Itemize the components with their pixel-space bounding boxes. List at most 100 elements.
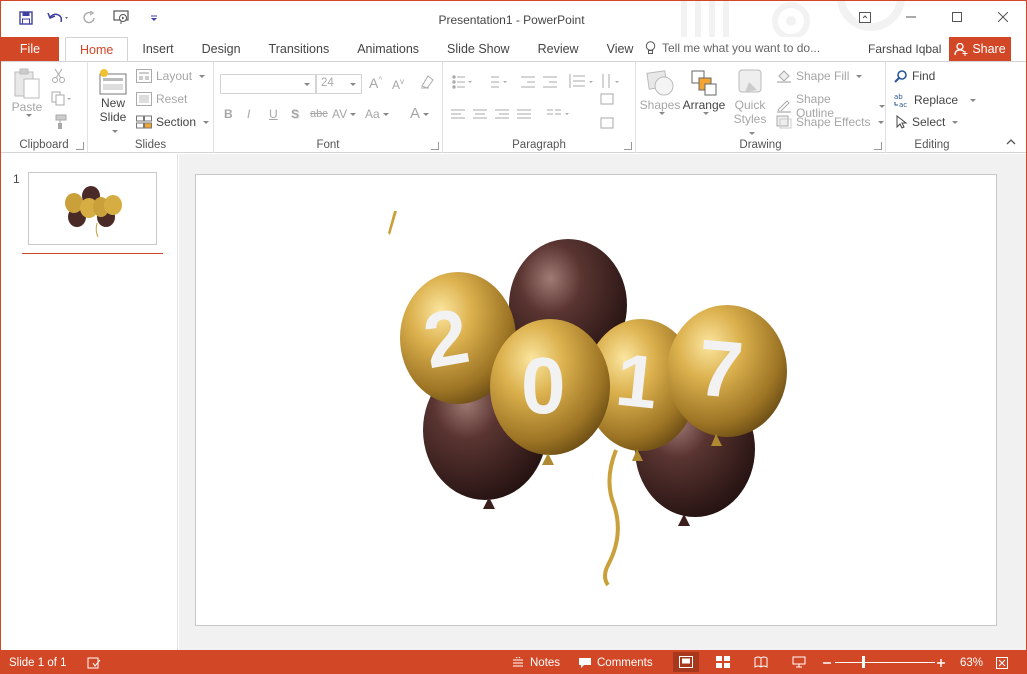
zoom-slider-thumb[interactable]	[862, 656, 865, 668]
shape-effects-button[interactable]: Shape Effects	[776, 115, 884, 129]
clear-formatting-icon	[421, 75, 434, 89]
replace-caret-icon	[970, 98, 977, 102]
shapes-button[interactable]: Shapes	[640, 68, 680, 115]
shadow-button[interactable]: S	[291, 107, 299, 121]
grow-font-button[interactable]: A^	[369, 75, 382, 91]
ribbon-display-icon	[859, 11, 871, 23]
layout-button[interactable]: Layout	[136, 69, 206, 83]
find-button[interactable]: Find	[894, 69, 935, 83]
copy-button[interactable]	[51, 91, 73, 110]
collapse-ribbon-button[interactable]	[1006, 134, 1016, 148]
clear-formatting-button[interactable]	[419, 74, 435, 93]
italic-button[interactable]: I	[247, 107, 250, 121]
minimize-button[interactable]	[888, 1, 934, 33]
reading-view-button[interactable]	[748, 652, 774, 672]
slide-editor-canvas: 2 0 1 7	[179, 154, 1026, 650]
fit-to-window-button[interactable]	[996, 650, 1008, 673]
spell-check-button[interactable]	[87, 650, 101, 673]
slide-show-view-button[interactable]	[786, 652, 812, 672]
font-name-combo[interactable]	[220, 74, 316, 94]
font-launcher-icon[interactable]	[431, 142, 439, 150]
chevron-up-icon	[1006, 139, 1016, 145]
drawing-launcher-icon[interactable]	[874, 142, 882, 150]
new-slide-button[interactable]: New Slide	[96, 68, 130, 138]
underline-button[interactable]: U	[269, 107, 278, 121]
tab-insert[interactable]: Insert	[128, 37, 187, 61]
shrink-font-button[interactable]: Av	[392, 77, 404, 92]
zoom-level[interactable]: 63%	[960, 650, 983, 673]
user-account[interactable]: Farshad Iqbal	[868, 42, 941, 56]
group-font: 24 A^ Av B I U S abc AV Aa A Font	[214, 62, 443, 153]
slide-thumbnails-pane: 1	[1, 154, 178, 650]
slide-sorter-view-button[interactable]	[710, 652, 736, 672]
quick-styles-icon	[738, 69, 762, 93]
quick-styles-button[interactable]: Quick Styles	[730, 68, 770, 140]
character-spacing-button[interactable]: AV	[332, 107, 357, 121]
comments-button[interactable]: Comments	[578, 650, 653, 673]
paste-button[interactable]: Paste	[9, 68, 45, 117]
section-icon	[136, 115, 152, 129]
shape-fill-icon	[777, 70, 791, 83]
arrange-label: Arrange	[682, 98, 726, 112]
ribbon-home: Paste Clipboard New Slide Layout Reset S…	[1, 61, 1026, 153]
arrange-button[interactable]: Arrange	[682, 68, 726, 115]
share-button[interactable]: Share	[949, 37, 1011, 61]
section-button[interactable]: Section	[136, 115, 210, 129]
zoom-out-button[interactable]	[823, 650, 831, 673]
shape-effects-caret-icon	[877, 120, 884, 124]
layout-icon	[136, 69, 152, 83]
status-bar: Slide 1 of 1 Notes Comments 63%	[1, 650, 1026, 673]
font-size-combo[interactable]: 24	[316, 74, 362, 94]
change-case-label: Aa	[365, 107, 380, 121]
format-painter-button[interactable]	[51, 114, 67, 133]
tab-animations[interactable]: Animations	[343, 37, 433, 61]
arrange-caret-icon	[702, 112, 709, 115]
notes-label: Notes	[530, 656, 561, 669]
change-case-button[interactable]: Aa	[365, 107, 389, 121]
shape-outline-caret-icon	[879, 104, 885, 108]
paragraph-launcher-icon[interactable]	[624, 142, 632, 150]
close-button[interactable]	[980, 1, 1026, 33]
zoom-in-button[interactable]	[937, 650, 945, 673]
ribbon-display-options-button[interactable]	[842, 1, 888, 33]
paste-icon	[14, 68, 40, 99]
shape-fill-button[interactable]: Shape Fill	[776, 69, 863, 83]
group-paragraph: Paragraph	[443, 62, 636, 153]
select-button[interactable]: Select	[894, 115, 959, 129]
svg-text:ac: ac	[899, 101, 907, 108]
tab-review[interactable]: Review	[524, 37, 593, 61]
thumbnail-number: 1	[13, 172, 20, 186]
proofing-icon	[87, 657, 101, 668]
slide-indicator[interactable]: Slide 1 of 1	[9, 650, 67, 673]
tab-slide-show[interactable]: Slide Show	[433, 37, 524, 61]
cut-button[interactable]	[51, 68, 67, 87]
tab-file[interactable]: File	[1, 37, 59, 61]
strikethrough-button[interactable]: abc	[310, 108, 328, 120]
replace-button[interactable]: ab ac Replace	[894, 92, 977, 108]
clipboard-launcher-icon[interactable]	[76, 142, 84, 150]
tab-home[interactable]: Home	[65, 37, 129, 62]
zoom-slider-track[interactable]	[835, 662, 935, 663]
paste-caret-icon	[25, 114, 32, 117]
notes-button[interactable]: Notes	[511, 650, 561, 673]
slide-1[interactable]: 2 0 1 7	[195, 174, 997, 626]
normal-view-button[interactable]	[673, 652, 699, 672]
balloons-2017-image[interactable]: 2 0 1 7	[196, 175, 996, 625]
tab-view[interactable]: View	[593, 37, 648, 61]
maximize-icon	[952, 12, 962, 22]
bold-button[interactable]: B	[224, 107, 233, 121]
font-color-button[interactable]: A	[410, 105, 430, 122]
font-group-label: Font	[316, 139, 340, 151]
balloon-digit-1: 1	[612, 338, 662, 425]
font-size-value: 24	[321, 77, 334, 89]
font-size-caret-icon	[350, 83, 356, 86]
tab-design[interactable]: Design	[188, 37, 255, 61]
ribbon-tab-row: File Home Insert Design Transitions Anim…	[1, 37, 1026, 62]
new-slide-label-2: Slide	[96, 110, 130, 138]
maximize-button[interactable]	[934, 1, 980, 33]
tell-me-placeholder: Tell me what you want to do...	[662, 41, 821, 55]
reset-button[interactable]: Reset	[136, 92, 187, 106]
tab-transitions[interactable]: Transitions	[255, 37, 344, 61]
slide-thumbnail-1[interactable]	[28, 172, 157, 245]
tell-me-box[interactable]: Tell me what you want to do...	[645, 41, 820, 55]
